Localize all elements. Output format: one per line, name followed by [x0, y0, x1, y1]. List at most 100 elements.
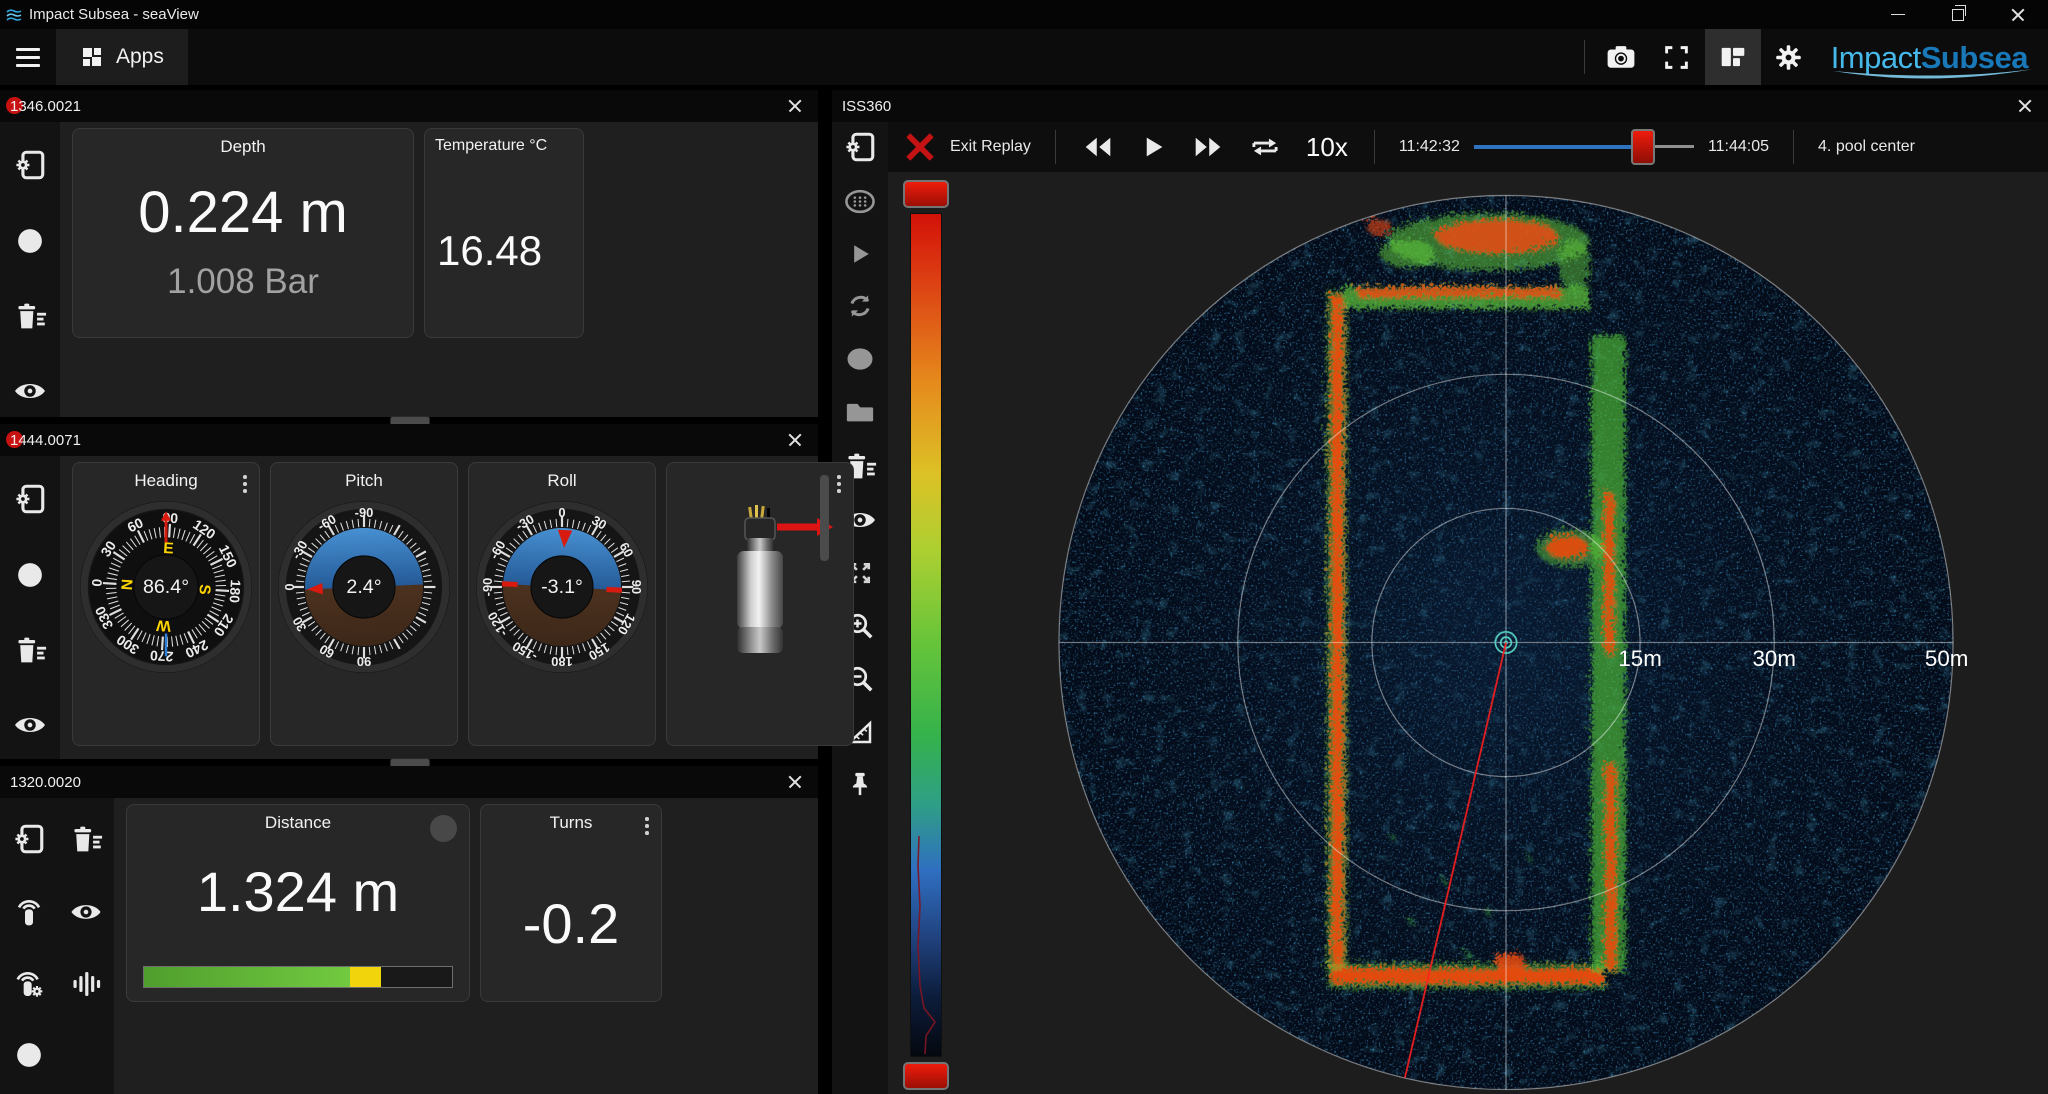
heading-gauge: 03060 90 120150180210240270300330 NESW 86.… [80, 501, 252, 673]
sector-icon[interactable] [845, 344, 875, 374]
palette-min-handle[interactable] [903, 1062, 949, 1090]
sonar-plot[interactable]: 15m 30m 50m [928, 172, 2048, 1094]
record-icon[interactable] [15, 560, 45, 590]
close-panel-button[interactable] [782, 93, 808, 119]
signal-bar-green [144, 967, 351, 987]
replay-start-time: 11:42:32 [1398, 138, 1460, 155]
impactsubsea-logo: ImpactSubsea [1831, 42, 2034, 79]
replay-end-time: 11:44:05 [1707, 138, 1770, 155]
palette-gradient[interactable] [910, 213, 942, 1057]
heading-value: 86.4° [143, 576, 189, 598]
panel-title: 1346.0021 [10, 97, 81, 115]
minimize-button[interactable] [1868, 0, 1928, 29]
menu-button[interactable] [0, 29, 56, 85]
pressure-value: 1.008 Bar [167, 262, 319, 301]
pitch-title: Pitch [345, 471, 383, 490]
panel-title: 1320.0020 [10, 773, 81, 791]
beacon-settings-icon[interactable] [13, 968, 45, 1000]
red-x-icon [906, 133, 934, 161]
depth-card: Depth 0.224 m 1.008 Bar [72, 128, 414, 338]
play-scan-icon[interactable] [846, 240, 874, 268]
card-menu-button[interactable] [645, 817, 649, 835]
signal-strength-bar [143, 966, 453, 988]
exit-replay-button[interactable]: Exit Replay [888, 122, 1047, 172]
panel-1320-sidebar [0, 798, 114, 1094]
seaview-window: Impact Subsea - seaView Apps ImpactSubse… [0, 0, 2048, 1094]
toolbar-divider [1583, 40, 1585, 74]
apps-label: Apps [116, 45, 164, 68]
device-settings-icon[interactable] [12, 822, 46, 856]
layout-button[interactable] [1704, 29, 1761, 85]
roll-title: Roll [547, 471, 577, 490]
palette-max-handle[interactable] [903, 180, 949, 208]
playback-speed[interactable]: 10x [1306, 132, 1348, 163]
slider-handle[interactable] [1631, 129, 1656, 165]
apps-button[interactable]: Apps [56, 29, 188, 85]
distance-card: Distance 1.324 m [126, 804, 470, 1002]
panel-1320: 1320.0020 Distance 1.324 m Turns -0.2 [0, 766, 818, 1094]
svg-text:-90: -90 [480, 578, 495, 597]
toolbar-divider [1054, 130, 1056, 164]
depth-title: Depth [220, 137, 266, 156]
panel-1444-sidebar [0, 456, 60, 759]
record-icon[interactable] [15, 226, 45, 256]
fast-forward-button[interactable] [1192, 132, 1224, 162]
replay-timeline-slider[interactable] [1473, 128, 1694, 166]
palette-colorbar [899, 180, 953, 1090]
close-panel-button[interactable] [782, 427, 808, 453]
panel-1346-sidebar [0, 122, 60, 417]
fullscreen-button[interactable] [1649, 29, 1705, 85]
temperature-card: Temperature °C 16.48 [424, 128, 584, 338]
record-icon[interactable] [14, 1040, 44, 1070]
device-settings-icon[interactable] [13, 148, 47, 182]
sonar-view-icon[interactable] [843, 186, 877, 217]
range-label-50m: 50m [1925, 646, 1968, 671]
iss360-header: ISS360 [832, 90, 2048, 122]
panel-1346-header: 1346.0021 [0, 90, 818, 122]
panel-1346: 1346.0021 Depth 0.224 m 1.008 Bar Temper… [0, 90, 818, 417]
panel-1444-header: 1444.0071 [0, 424, 818, 456]
svg-text:-90: -90 [355, 505, 374, 520]
settings-button[interactable] [1761, 29, 1817, 85]
svg-text:180: 180 [226, 579, 243, 603]
close-window-button[interactable] [1988, 0, 2048, 29]
restore-button[interactable] [1928, 0, 1988, 29]
close-icon [2018, 99, 2032, 113]
heading-card: Heading 0 30 60 90 120 150 180 210 240 270 300 330 … [72, 462, 260, 746]
visibility-icon[interactable] [12, 710, 48, 740]
panel-title: 1444.0071 [10, 431, 81, 449]
delete-log-icon[interactable] [12, 634, 48, 666]
app-logo-icon [6, 8, 22, 21]
rewind-button[interactable] [1082, 132, 1114, 162]
open-file-icon[interactable] [844, 397, 876, 427]
hamburger-icon [16, 47, 40, 67]
depth-value: 0.224 m [138, 180, 348, 245]
svg-text:0: 0 [558, 505, 565, 520]
visibility-icon[interactable] [69, 897, 103, 927]
close-panel-button[interactable] [782, 769, 808, 795]
range-label-15m: 15m [1618, 646, 1661, 671]
delete-log-icon[interactable] [12, 300, 48, 332]
range-label-30m: 30m [1752, 646, 1795, 671]
continuous-scan-icon[interactable] [845, 291, 875, 321]
close-panel-button[interactable] [2012, 93, 2038, 119]
svg-text:180: 180 [551, 654, 573, 669]
svg-text:0: 0 [89, 578, 105, 587]
panel-1444: 1444.0071 Heading 0 30 60 90 120 150 180… [0, 424, 854, 759]
beacon-icon[interactable] [13, 896, 45, 928]
waveform-icon[interactable] [70, 968, 102, 1000]
distance-title: Distance [264, 813, 332, 832]
column-resize-grip[interactable] [820, 475, 829, 561]
screenshot-button[interactable] [1593, 29, 1649, 85]
pin-marker-icon[interactable] [846, 770, 874, 798]
delete-log-icon[interactable] [68, 823, 104, 855]
loop-button[interactable] [1248, 131, 1282, 163]
close-icon [2011, 8, 2025, 22]
device-settings-icon[interactable] [13, 482, 47, 516]
play-button[interactable] [1138, 132, 1168, 162]
device-settings-icon[interactable] [843, 130, 877, 164]
visibility-icon[interactable] [12, 376, 48, 406]
gear-icon [1774, 43, 1803, 72]
card-menu-button[interactable] [243, 475, 247, 493]
card-menu-button[interactable] [837, 475, 841, 493]
